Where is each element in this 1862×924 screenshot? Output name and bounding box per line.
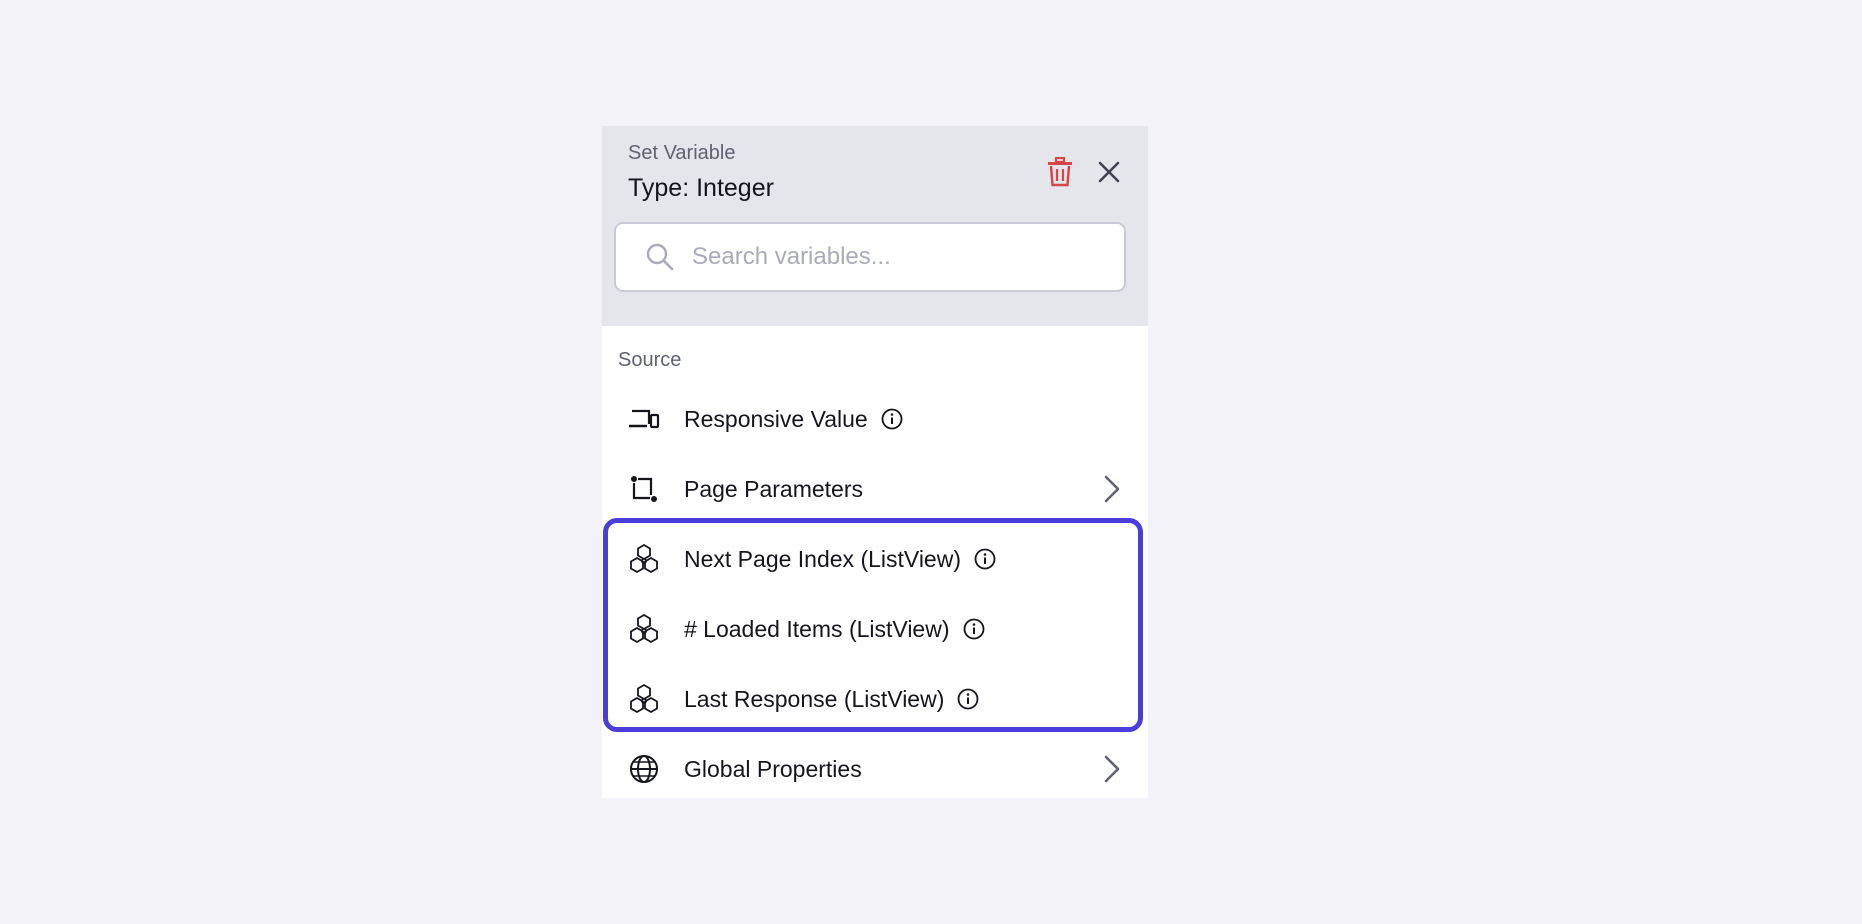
close-icon [1098,161,1120,183]
search-input[interactable] [690,242,1094,272]
delete-button[interactable] [1042,154,1078,190]
panel-title: Type: Integer [628,174,774,202]
item-label: Last Response (ListView) [684,685,945,712]
item-label: Responsive Value [684,405,868,432]
section-label-source: Source [618,349,682,371]
listview-component-icon [626,541,662,577]
info-icon[interactable] [956,687,980,711]
listview-component-icon [626,681,662,717]
panel-header: Set Variable Type: Integer [602,126,1148,326]
search-box [614,222,1126,292]
panel-subtitle: Set Variable [628,142,736,164]
page-parameters-icon [626,471,662,507]
item-label: # Loaded Items (ListView) [684,615,950,642]
info-icon[interactable] [880,407,904,431]
chevron-right-icon [1098,474,1126,504]
search-icon [644,241,676,273]
listview-component-icon [626,611,662,647]
source-item-next-page-index[interactable]: Next Page Index (ListView) [610,528,1140,590]
item-label: Next Page Index (ListView) [684,545,961,572]
info-icon[interactable] [962,617,986,641]
source-item-responsive-value[interactable]: Responsive Value [610,388,1140,450]
info-icon[interactable] [973,547,997,571]
set-variable-panel: Set Variable Type: Integer Search variab… [602,126,1148,798]
close-button[interactable] [1091,154,1127,190]
item-label: Global Properties [684,755,862,782]
devices-icon [626,401,662,437]
globe-icon [626,751,662,787]
trash-icon [1048,157,1072,187]
source-item-loaded-items[interactable]: # Loaded Items (ListView) [610,598,1140,660]
chevron-right-icon [1098,754,1126,784]
source-item-last-response[interactable]: Last Response (ListView) [610,668,1140,730]
item-label: Page Parameters [684,475,863,502]
source-item-page-parameters[interactable]: Page Parameters [610,458,1140,520]
source-item-global-properties[interactable]: Global Properties [610,738,1140,798]
